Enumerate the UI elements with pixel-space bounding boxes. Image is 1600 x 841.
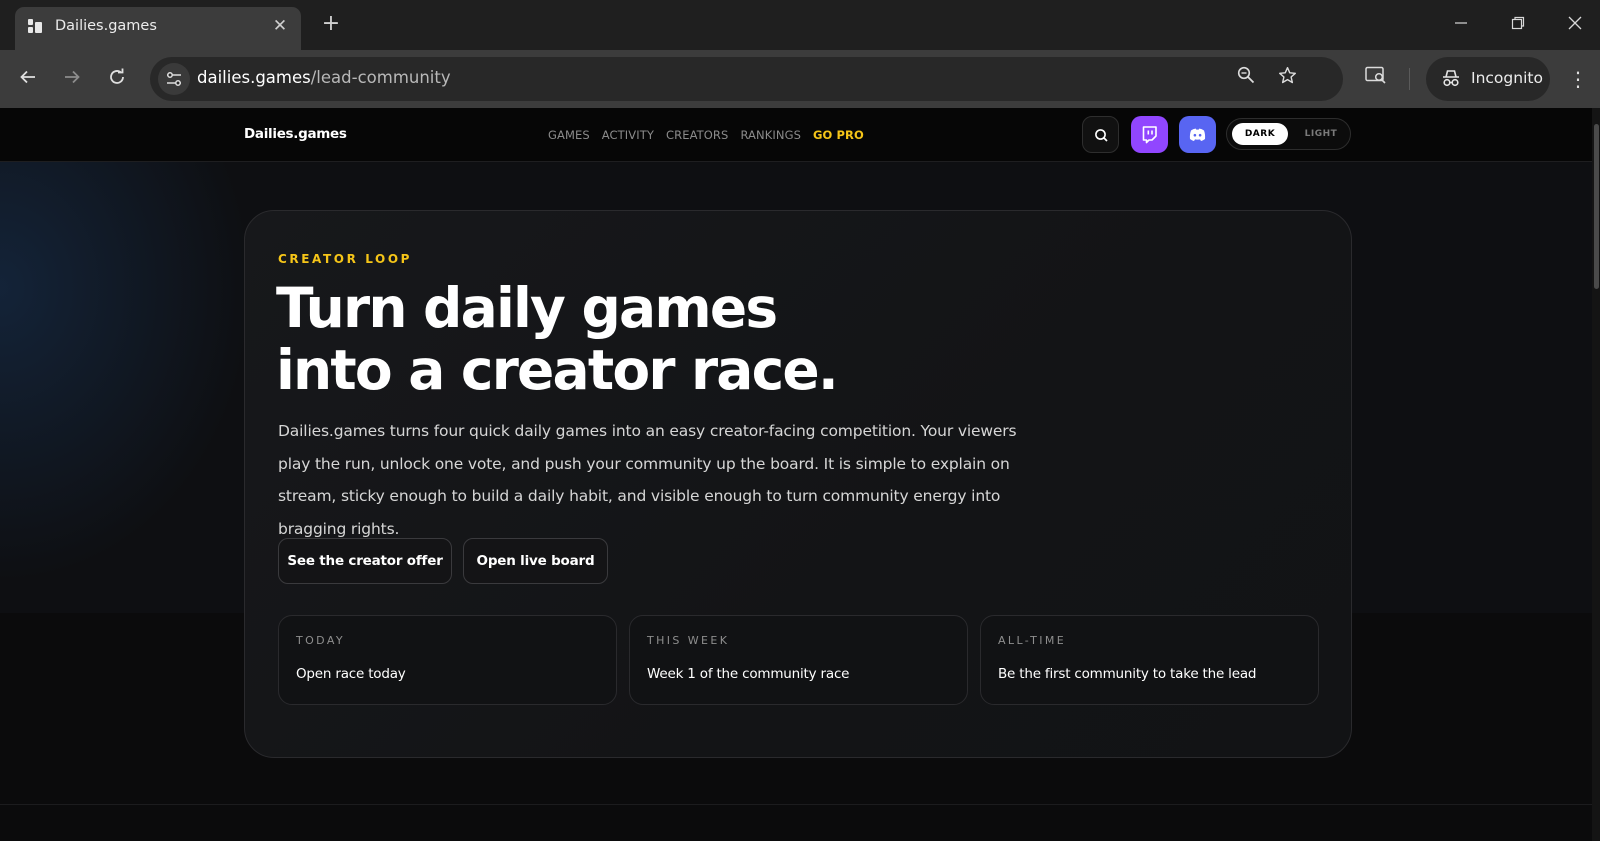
- browser-tabstrip: Dailies.games ✕ +: [0, 0, 1600, 50]
- search-icon: [1095, 129, 1108, 142]
- nav-creators[interactable]: CREATORS: [666, 128, 728, 142]
- twitch-button[interactable]: [1131, 116, 1168, 153]
- minimize-icon[interactable]: [1446, 12, 1476, 38]
- stat-value: Be the first community to take the lead: [998, 666, 1257, 682]
- stat-label: TODAY: [296, 634, 346, 647]
- theme-toggle[interactable]: DARK LIGHT: [1226, 118, 1351, 150]
- hero-headline-line-2: into a creator race.: [276, 338, 839, 402]
- stat-value: Week 1 of the community race: [647, 666, 850, 682]
- discord-button[interactable]: [1179, 116, 1216, 153]
- site-favicon-icon: [27, 18, 43, 34]
- hero-card: CREATOR LOOP Turn daily games into a cre…: [244, 210, 1352, 758]
- incognito-icon: [1443, 70, 1459, 87]
- site-brand[interactable]: Dailies.games: [244, 126, 347, 142]
- nav-go-pro[interactable]: GO PRO: [813, 128, 864, 142]
- back-arrow-icon[interactable]: [14, 65, 42, 93]
- restore-icon[interactable]: [1503, 12, 1533, 38]
- tab-title: Dailies.games: [55, 18, 157, 34]
- forward-arrow-icon[interactable]: [58, 65, 86, 93]
- address-bar[interactable]: dailies.games/lead-community: [150, 57, 1343, 101]
- nav-activity[interactable]: ACTIVITY: [602, 128, 654, 142]
- site-search-button[interactable]: [1082, 116, 1119, 153]
- site-header: Dailies.games GAMES ACTIVITY CREATORS RA…: [0, 108, 1592, 162]
- section-divider: [0, 804, 1592, 805]
- live-board-button[interactable]: Open live board: [463, 538, 608, 584]
- hero-description: Dailies.games turns four quick daily gam…: [278, 422, 1017, 538]
- hero-headline: Turn daily games into a creator race.: [276, 276, 839, 402]
- page-viewport: Dailies.games GAMES ACTIVITY CREATORS RA…: [0, 108, 1600, 841]
- url-text[interactable]: dailies.games/lead-community: [197, 68, 451, 87]
- new-tab-icon[interactable]: +: [318, 11, 344, 37]
- close-tab-icon[interactable]: ✕: [269, 15, 291, 37]
- reload-icon[interactable]: [103, 65, 131, 93]
- incognito-label: Incognito: [1471, 69, 1543, 87]
- theme-dark-option[interactable]: DARK: [1232, 123, 1288, 145]
- theme-light-option[interactable]: LIGHT: [1301, 123, 1341, 145]
- browser-tab[interactable]: Dailies.games ✕: [15, 7, 301, 50]
- tab-search-icon[interactable]: [1362, 65, 1390, 93]
- stat-card-this-week: THIS WEEK Week 1 of the community race: [629, 615, 968, 705]
- creator-offer-button[interactable]: See the creator offer: [278, 538, 452, 584]
- twitch-icon: [1142, 126, 1157, 144]
- discord-icon: [1189, 128, 1206, 141]
- stat-card-today: TODAY Open race today: [278, 615, 617, 705]
- stat-value: Open race today: [296, 666, 406, 682]
- bookmark-star-icon[interactable]: [1274, 66, 1300, 92]
- site-info-icon[interactable]: [158, 63, 190, 95]
- zoom-icon[interactable]: [1233, 66, 1259, 92]
- browser-menu-icon[interactable]: ⋮: [1566, 65, 1590, 93]
- site-nav: GAMES ACTIVITY CREATORS RANKINGS GO PRO: [548, 128, 864, 142]
- toolbar-separator: [1409, 68, 1410, 90]
- stat-label: THIS WEEK: [647, 634, 730, 647]
- incognito-badge[interactable]: Incognito: [1426, 57, 1550, 101]
- scrollbar-thumb[interactable]: [1594, 124, 1599, 289]
- stat-label: ALL-TIME: [998, 634, 1067, 647]
- browser-toolbar: dailies.games/lead-community Incognito ⋮: [0, 50, 1600, 108]
- hero-eyebrow: CREATOR LOOP: [278, 252, 413, 266]
- stat-card-all-time: ALL-TIME Be the first community to take …: [980, 615, 1319, 705]
- nav-rankings[interactable]: RANKINGS: [740, 128, 801, 142]
- close-window-icon[interactable]: [1560, 12, 1590, 38]
- hero-headline-line-1: Turn daily games: [276, 276, 778, 340]
- page-scrollbar[interactable]: [1592, 108, 1600, 841]
- nav-games[interactable]: GAMES: [548, 128, 590, 142]
